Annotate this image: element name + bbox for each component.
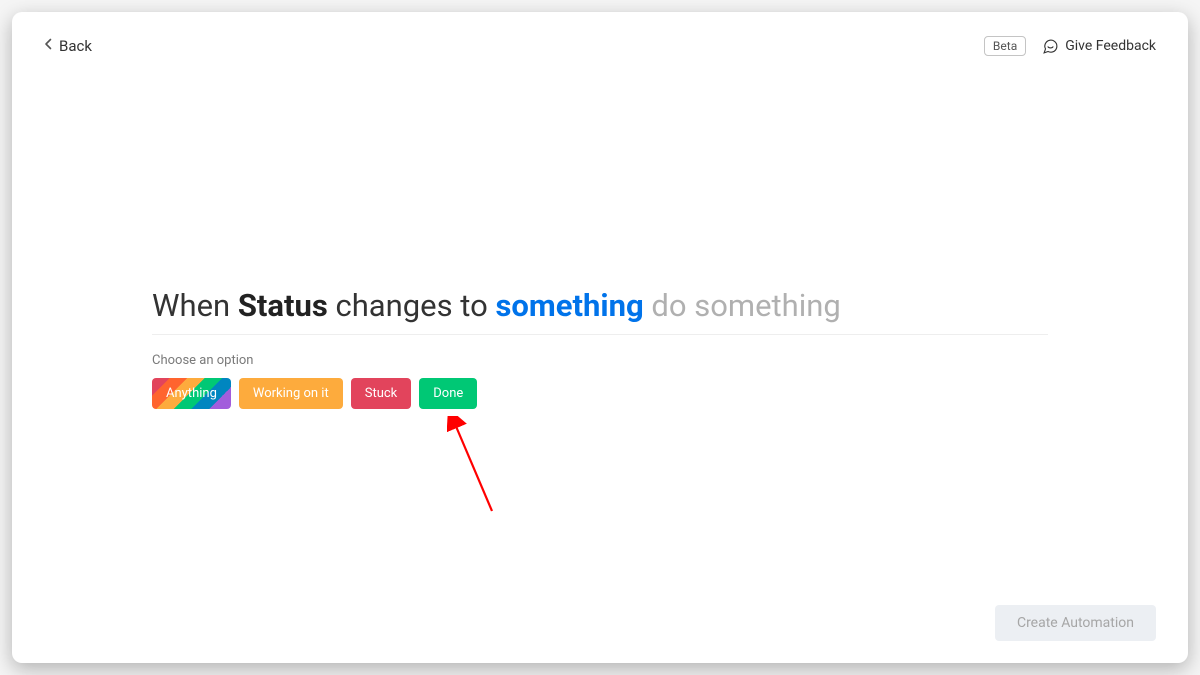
give-feedback-button[interactable]: Give Feedback [1042,38,1156,55]
create-automation-button[interactable]: Create Automation [995,605,1156,641]
status-option-done[interactable]: Done [419,378,477,409]
header-bar: Back Beta Give Feedback [12,12,1188,62]
status-option-working-on-it[interactable]: Working on it [239,378,343,409]
choose-option-label: Choose an option [152,353,1048,368]
sentence-when: When [152,287,238,324]
status-options-row: Anything Working on it Stuck Done [152,378,1048,409]
automation-builder-window: Back Beta Give Feedback When Status chan… [12,12,1188,663]
feedback-icon [1042,38,1059,55]
beta-badge: Beta [984,36,1026,56]
feedback-label: Give Feedback [1065,38,1156,54]
chevron-left-icon [44,38,53,54]
back-button[interactable]: Back [44,37,92,55]
annotation-arrow-icon [447,416,507,526]
header-right: Beta Give Feedback [984,36,1156,56]
status-option-stuck[interactable]: Stuck [351,378,412,409]
footer: Create Automation [995,605,1156,641]
sentence-value-placeholder[interactable]: something [496,287,644,324]
automation-sentence: When Status changes to something do some… [152,287,1048,335]
status-option-anything[interactable]: Anything [152,378,231,409]
sentence-action-placeholder[interactable]: do something [644,287,841,324]
back-label: Back [59,37,92,55]
sentence-field-status[interactable]: Status [238,287,328,324]
builder-main: When Status changes to something do some… [152,287,1048,409]
sentence-changes-to: changes to [328,287,496,324]
